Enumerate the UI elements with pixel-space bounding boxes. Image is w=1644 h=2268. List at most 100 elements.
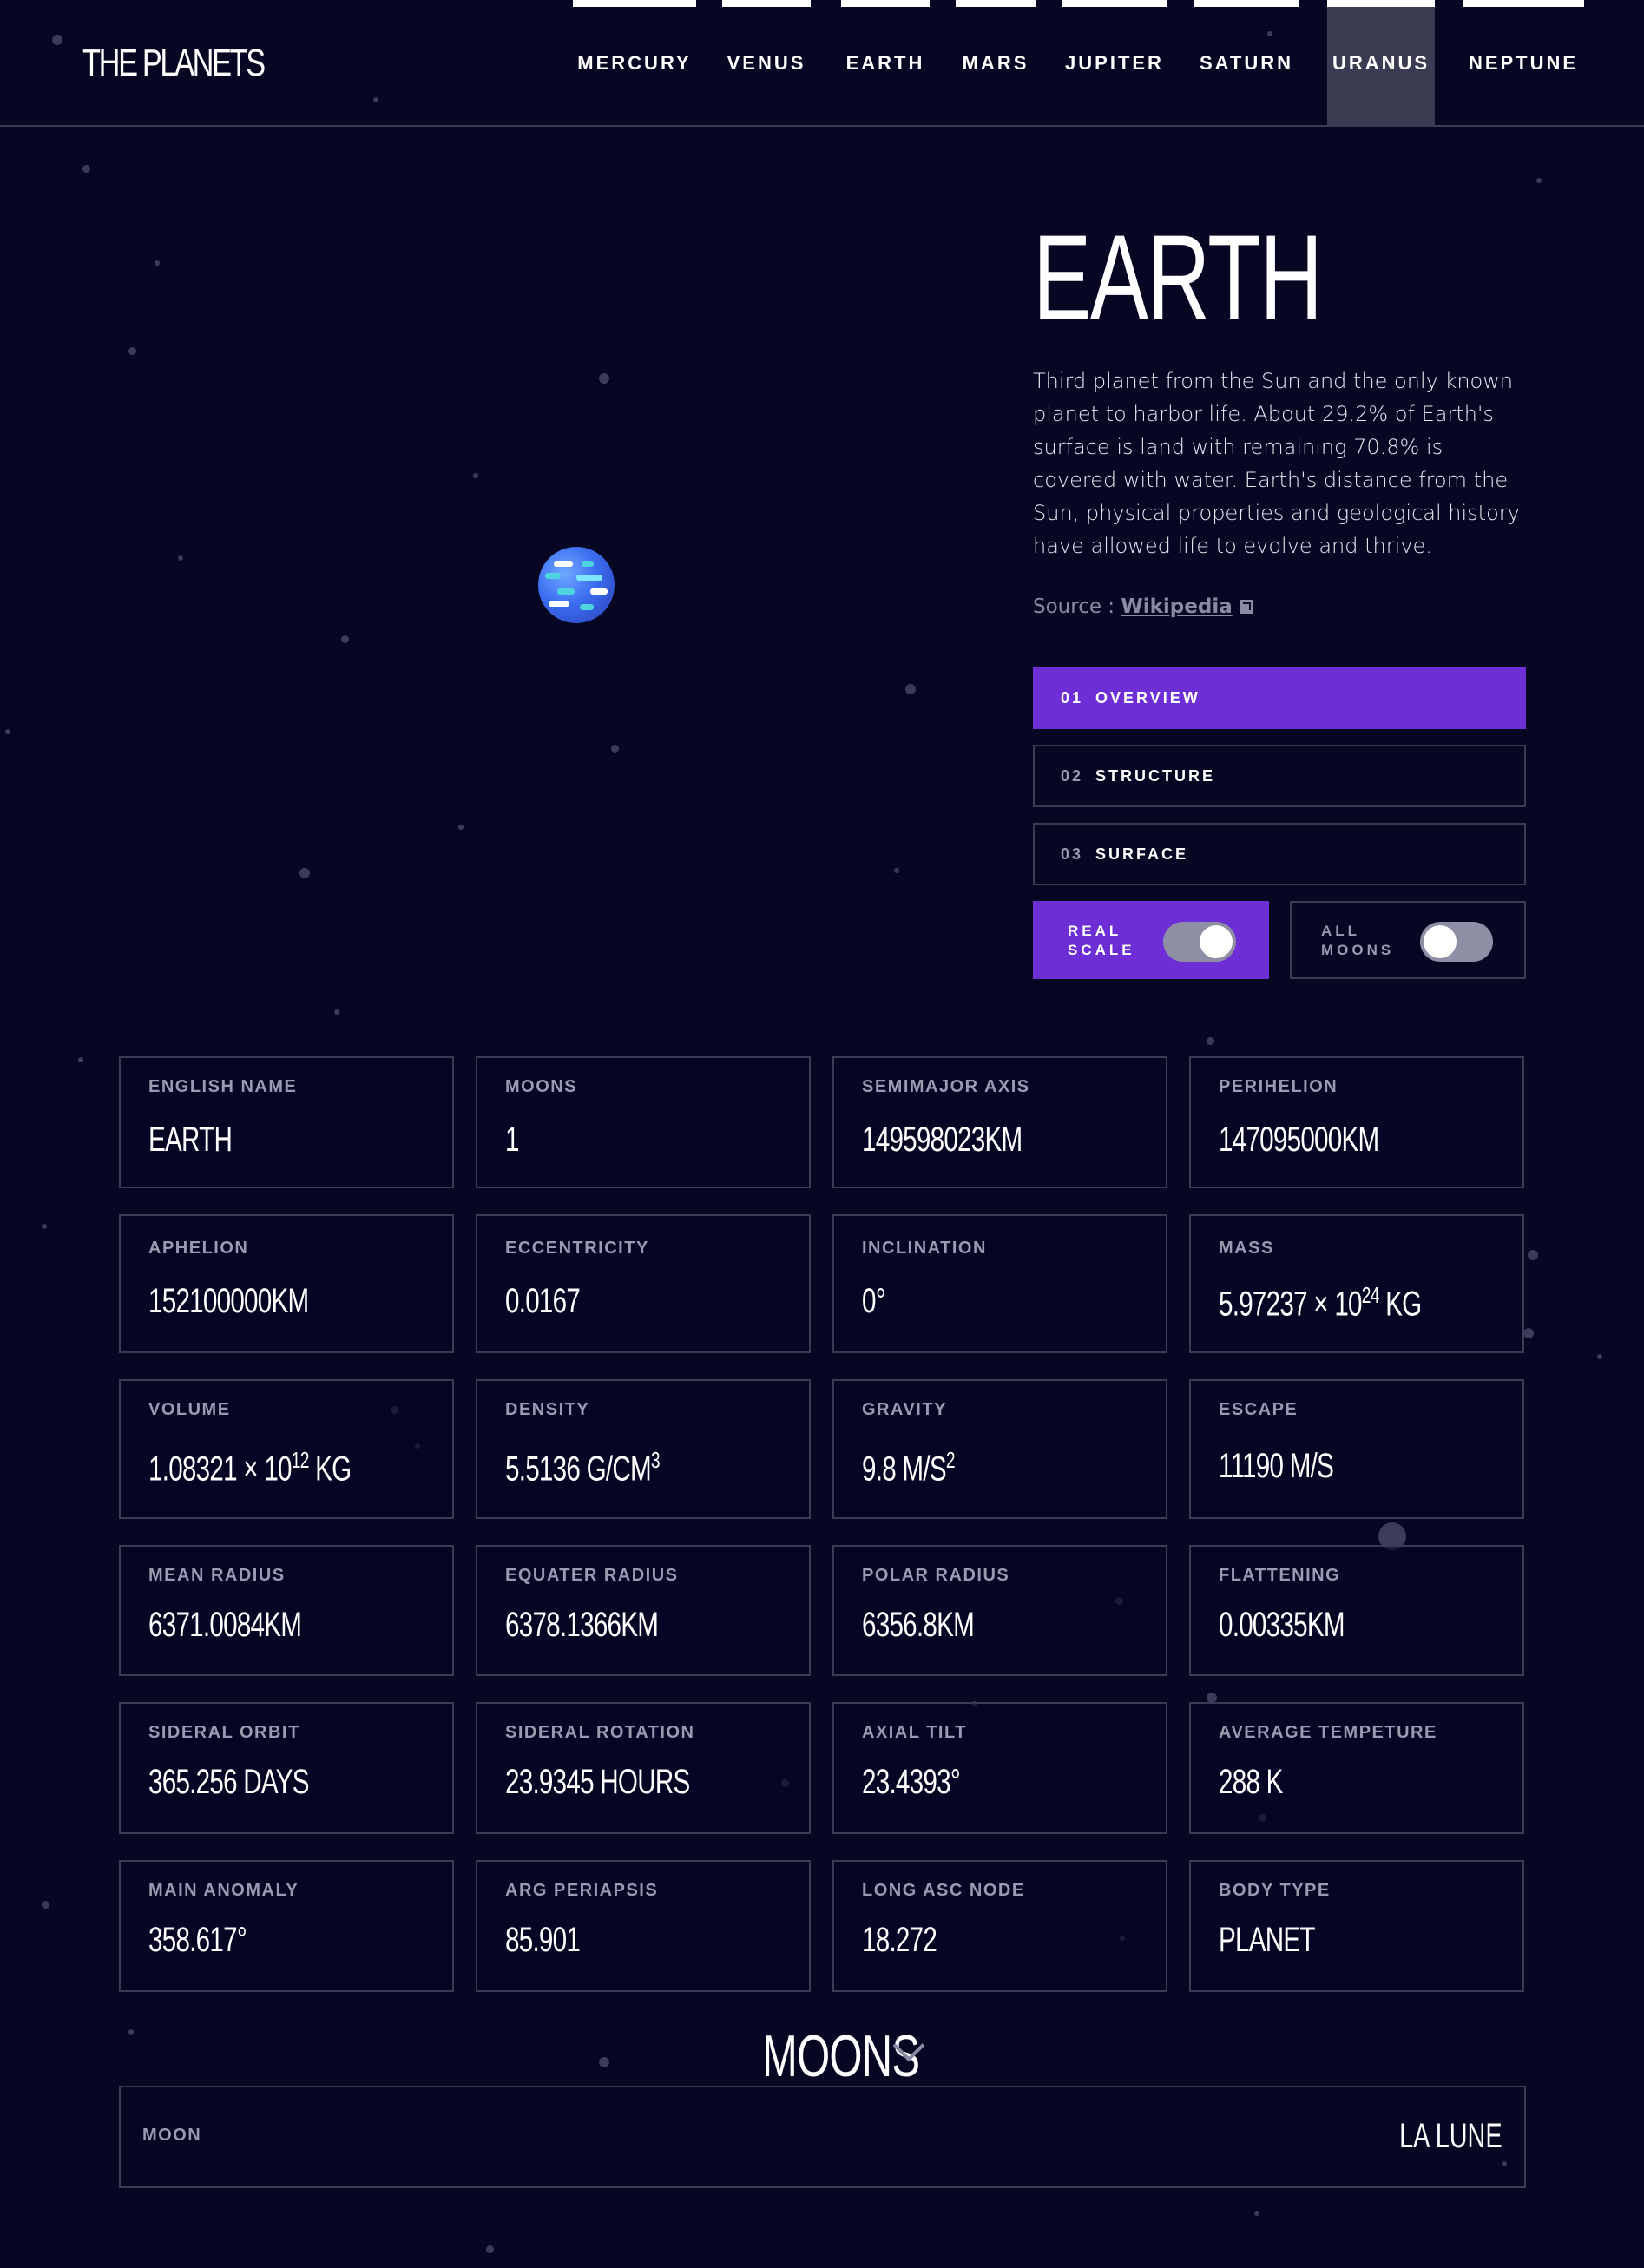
star xyxy=(458,825,464,830)
nav-label: VENUS xyxy=(727,52,806,74)
nav-item-mercury[interactable]: MERCURY xyxy=(573,0,696,127)
source-prefix: Source : xyxy=(1033,595,1121,618)
stat-card: VOLUME 1.08321 × 1012 KG xyxy=(119,1379,454,1519)
star xyxy=(894,868,899,873)
site-header: THE PLANETS MERCURY VENUS EARTH MARS JUP… xyxy=(0,0,1644,127)
nav-item-neptune[interactable]: NEPTUNE xyxy=(1463,0,1584,127)
star xyxy=(128,2029,134,2035)
nav-item-earth[interactable]: EARTH xyxy=(841,0,930,127)
stat-label: GRAVITY xyxy=(862,1400,947,1419)
stat-label: ARG PERIAPSIS xyxy=(505,1881,659,1900)
stat-value: 18.272 xyxy=(862,1921,937,1960)
stat-label: MASS xyxy=(1219,1239,1274,1258)
stat-card: BODY TYPE PLANET xyxy=(1189,1860,1524,1992)
stat-label: SIDERAL ORBIT xyxy=(148,1723,300,1742)
stat-value: 1 xyxy=(505,1121,519,1160)
star xyxy=(1523,1328,1534,1338)
nav-item-mars[interactable]: MARS xyxy=(956,0,1036,127)
star xyxy=(155,260,160,266)
stat-label: ENGLISH NAME xyxy=(148,1077,298,1096)
planet-source: Source : Wikipedia xyxy=(1033,595,1253,618)
tab-overview[interactable]: 01 OVERVIEW xyxy=(1033,667,1526,729)
star xyxy=(341,635,349,643)
land-stripe xyxy=(576,575,602,581)
land-stripe xyxy=(557,588,575,595)
nav-label: NEPTUNE xyxy=(1468,52,1579,74)
star xyxy=(42,1224,47,1229)
planet-title: EARTH xyxy=(1033,209,1323,345)
star xyxy=(128,347,136,355)
cloud-stripe xyxy=(590,588,608,595)
tab-structure[interactable]: 02 STRUCTURE xyxy=(1033,745,1526,807)
stat-value-exponent: 24 xyxy=(1361,1282,1380,1308)
nav-item-uranus[interactable]: URANUS xyxy=(1327,0,1435,127)
stat-card: AXIAL TILT 23.4393° xyxy=(832,1702,1167,1834)
moons-heading[interactable]: MOONS xyxy=(762,2022,920,2090)
stat-value: 147095000KM xyxy=(1219,1121,1379,1160)
star xyxy=(82,165,90,173)
star xyxy=(599,373,609,384)
stat-value-text: 365.256 DAYS xyxy=(148,1763,309,1801)
tab-label: SURFACE xyxy=(1095,845,1189,863)
all-moons-toggle[interactable]: ALL MOONS xyxy=(1290,901,1526,979)
toggle-switch[interactable] xyxy=(1420,922,1493,962)
tab-number: 03 xyxy=(1061,845,1084,863)
nav-label: MERCURY xyxy=(577,52,692,74)
stat-value-text: 1 xyxy=(505,1121,519,1159)
site-logo[interactable]: THE PLANETS xyxy=(82,42,266,85)
star xyxy=(599,2057,609,2067)
stat-value: 1.08321 × 1012 KG xyxy=(148,1447,352,1489)
moon-row: MOON LA LUNE xyxy=(119,2086,1526,2188)
stat-label: POLAR RADIUS xyxy=(862,1566,1010,1585)
stat-label: VOLUME xyxy=(148,1400,231,1419)
toggle-switch[interactable] xyxy=(1163,922,1236,962)
stat-card: ECCENTRICITY 0.0167 xyxy=(476,1214,811,1353)
nav-item-jupiter[interactable]: JUPITER xyxy=(1062,0,1167,127)
nav-cap xyxy=(1194,0,1299,7)
moon-label: MOON xyxy=(142,2126,202,2145)
stat-value-text: 152100000KM xyxy=(148,1282,309,1320)
stat-value-text: 11190 M/S xyxy=(1219,1447,1334,1485)
stat-value: 152100000KM xyxy=(148,1282,309,1321)
nav-item-venus[interactable]: VENUS xyxy=(722,0,811,127)
stat-value-text: 288 K xyxy=(1219,1763,1283,1801)
nav-label: JUPITER xyxy=(1065,52,1164,74)
tab-label: OVERVIEW xyxy=(1095,688,1200,707)
stat-value-text: 23.4393° xyxy=(862,1763,961,1801)
stat-value-exponent: 12 xyxy=(291,1447,310,1473)
stat-label: AVERAGE TEMPETURE xyxy=(1219,1723,1437,1742)
stat-card: GRAVITY 9.8 M/S2 xyxy=(832,1379,1167,1519)
cloud-stripe xyxy=(554,561,573,567)
nav-label: MARS xyxy=(962,52,1029,74)
cloud-stripe xyxy=(549,601,569,607)
toggle-label-line: MOONS xyxy=(1321,942,1395,958)
stat-value: 23.9345 HOURS xyxy=(505,1763,690,1802)
tab-surface[interactable]: 03 SURFACE xyxy=(1033,823,1526,885)
stat-value-text: 6356.8KM xyxy=(862,1606,975,1644)
stat-card: LONG ASC NODE 18.272 xyxy=(832,1860,1167,1992)
star xyxy=(1528,1250,1538,1260)
stat-label: FLATTENING xyxy=(1219,1566,1341,1585)
external-link-icon[interactable] xyxy=(1239,600,1253,614)
stat-card: MOONS 1 xyxy=(476,1056,811,1188)
toggle-knob xyxy=(1200,925,1233,958)
stat-value: 5.97237 × 1024 KG xyxy=(1219,1282,1422,1324)
nav-cap xyxy=(1463,0,1584,7)
stat-label: ECCENTRICITY xyxy=(505,1239,649,1258)
star xyxy=(905,684,916,694)
star xyxy=(1389,1536,1394,1542)
stat-card: ESCAPE 11190 M/S xyxy=(1189,1379,1524,1519)
toggle-label: REAL SCALE xyxy=(1068,922,1146,960)
nav-item-saturn[interactable]: SATURN xyxy=(1194,0,1299,127)
stat-value: 0.0167 xyxy=(505,1282,581,1321)
moon-value: LA LUNE xyxy=(1399,2117,1503,2155)
nav-label: SATURN xyxy=(1199,52,1294,74)
real-scale-toggle[interactable]: REAL SCALE xyxy=(1033,901,1269,979)
stat-value-text: 149598023KM xyxy=(862,1121,1023,1159)
star xyxy=(178,555,183,561)
land-stripe xyxy=(582,561,594,567)
stat-card: SIDERAL ROTATION 23.9345 HOURS xyxy=(476,1702,811,1834)
stat-value: EARTH xyxy=(148,1121,233,1160)
source-link[interactable]: Wikipedia xyxy=(1121,595,1232,618)
stat-label: BODY TYPE xyxy=(1219,1881,1331,1900)
